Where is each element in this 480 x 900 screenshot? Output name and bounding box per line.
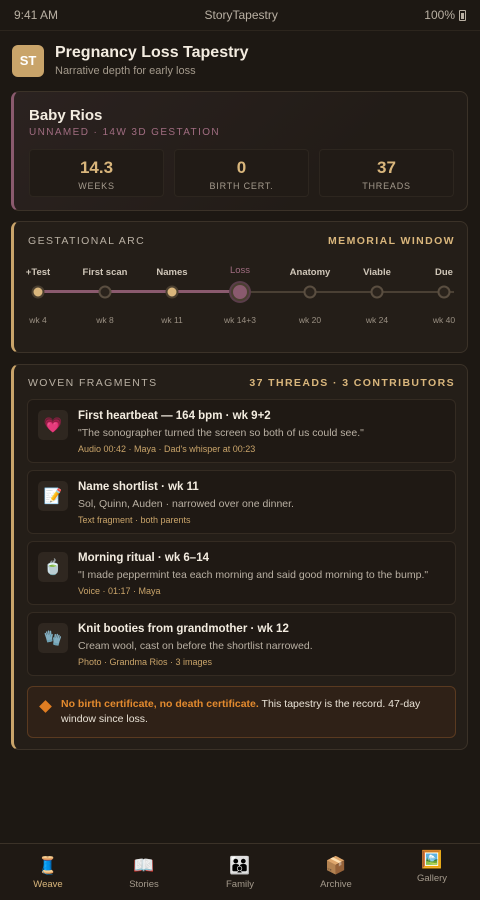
- picture-icon: 🖼️: [421, 850, 443, 869]
- milestone-label: First scan: [82, 267, 128, 278]
- status-app-name: StoryTapestry: [204, 8, 278, 22]
- milestone-label: Due: [435, 267, 453, 278]
- milestone-label: Viable: [363, 267, 391, 278]
- milestone-week: wk 24: [365, 315, 389, 325]
- battery-percent: 100%: [424, 8, 455, 22]
- milestone-week: wk 14+3: [224, 315, 256, 325]
- memo-icon: 📝: [38, 481, 68, 511]
- stat-threads: 37 THREADS: [319, 149, 454, 197]
- timeline-progress: [38, 290, 240, 293]
- baby-gestation-info: UNNAMED · 14W 3D GESTATION: [29, 127, 221, 138]
- box-icon: 📦: [325, 856, 347, 875]
- fragment-item[interactable]: 💗 First heartbeat — 164 bpm · wk 9+2 "Th…: [27, 399, 456, 463]
- milestone-week: wk 20: [298, 315, 322, 325]
- tab-stories[interactable]: 📖 Stories: [96, 844, 192, 900]
- tab-label: Stories: [129, 879, 159, 890]
- status-time: 9:41 AM: [14, 8, 59, 22]
- fragment-item[interactable]: 🍵 Morning ritual · wk 6–14 "I made peppe…: [27, 541, 456, 605]
- tab-label: Gallery: [416, 873, 448, 884]
- fragment-item[interactable]: 🧤 Knit booties from grandmother · wk 12 …: [27, 612, 456, 676]
- fragments-summary: 37 THREADS · 3 CONTRIBUTORS: [249, 377, 455, 389]
- fragment-title: Knit booties from grandmother · wk 12: [78, 623, 289, 635]
- tab-label: Weave: [33, 879, 63, 890]
- fragment-meta: Photo · Grandma Rios · 3 images: [78, 657, 213, 667]
- stat-weeks: 14.3 WEEKS: [29, 149, 164, 197]
- milestone-label: Loss: [229, 265, 251, 276]
- fragment-quote: "I made peppermint tea each morning and …: [78, 569, 429, 581]
- fragment-quote: "The sonographer turned the screen so bo…: [78, 427, 364, 439]
- milestone-dot[interactable]: [231, 283, 249, 301]
- milestone-week: wk 8: [96, 315, 114, 325]
- warning-diamond-icon: [39, 700, 52, 713]
- app-logo: ST: [12, 44, 44, 77]
- tab-weave[interactable]: 🧵 Weave: [0, 844, 96, 900]
- fragment-title: Morning ritual · wk 6–14: [78, 552, 209, 564]
- page-title: Pregnancy Loss Tapestry: [55, 44, 249, 61]
- baby-name: Baby Rios: [29, 107, 103, 124]
- stat-label: THREADS: [362, 181, 411, 191]
- stat-value: 37: [377, 158, 396, 177]
- fragments-header: WOVEN FRAGMENTS 37 THREADS · 3 CONTRIBUT…: [28, 377, 455, 389]
- milestone-week: wk 40: [432, 315, 456, 325]
- tab-archive[interactable]: 📦 Archive: [288, 844, 384, 900]
- tab-label: Family: [226, 879, 254, 890]
- notice-strong: No birth certificate, no death certifica…: [61, 698, 259, 710]
- fragment-quote: Sol, Quinn, Auden · narrowed over one di…: [78, 498, 294, 510]
- milestone-week: wk 11: [161, 315, 183, 325]
- page-subtitle: Narrative depth for early loss: [55, 65, 196, 77]
- fragment-title: Name shortlist · wk 11: [78, 481, 199, 493]
- milestone-dot[interactable]: [31, 285, 45, 299]
- tab-gallery[interactable]: 🖼️ Gallery: [384, 844, 480, 900]
- status-bar: 9:41 AM StoryTapestry 100%: [0, 0, 480, 31]
- milestone-label: Anatomy: [289, 267, 331, 278]
- glove-icon: 🧤: [38, 623, 68, 653]
- app-header: ST Pregnancy Loss Tapestry Narrative dep…: [12, 44, 249, 77]
- battery-icon: [459, 9, 466, 21]
- milestone-label: Names: [156, 267, 188, 278]
- milestone-dot[interactable]: [437, 285, 451, 299]
- baby-profile-card[interactable]: Baby Rios UNNAMED · 14W 3D GESTATION 14.…: [11, 91, 468, 211]
- fragment-title: First heartbeat — 164 bpm · wk 9+2: [78, 410, 271, 422]
- family-icon: 👪: [229, 856, 251, 875]
- tab-label: Archive: [320, 879, 352, 890]
- woven-fragments-card: WOVEN FRAGMENTS 37 THREADS · 3 CONTRIBUT…: [11, 364, 468, 750]
- tab-family[interactable]: 👪 Family: [192, 844, 288, 900]
- stat-value: 0: [236, 158, 247, 177]
- bottom-tab-bar: 🧵 Weave 📖 Stories 👪 Family 📦 Archive 🖼️ …: [0, 843, 480, 900]
- milestone-dot[interactable]: [165, 285, 179, 299]
- stat-label: WEEKS: [78, 181, 115, 191]
- stat-birth-cert: 0 BIRTH CERT.: [174, 149, 309, 197]
- milestone-dot[interactable]: [98, 285, 112, 299]
- tea-icon: 🍵: [38, 552, 68, 582]
- book-icon: 📖: [133, 856, 155, 875]
- thread-icon: 🧵: [37, 856, 59, 875]
- milestone-dot[interactable]: [370, 285, 384, 299]
- stat-value: 14.3: [79, 158, 114, 177]
- fragment-meta: Audio 00:42 · Maya · Dad's whisper at 00…: [78, 444, 256, 454]
- stats-row: 14.3 WEEKS 0 BIRTH CERT. 37 THREADS: [29, 149, 454, 197]
- milestone-week: wk 4: [29, 315, 47, 325]
- fragment-item[interactable]: 📝 Name shortlist · wk 11 Sol, Quinn, Aud…: [27, 470, 456, 534]
- fragment-meta: Text fragment · both parents: [78, 515, 191, 525]
- fragment-meta: Voice · 01:17 · Maya: [78, 586, 161, 596]
- record-notice: No birth certificate, no death certifica…: [27, 686, 456, 738]
- gestational-arc-card: GESTATIONAL ARC MEMORIAL WINDOW +Test wk …: [11, 221, 468, 353]
- fragment-quote: Cream wool, cast on before the shortlist…: [78, 640, 313, 652]
- heart-icon: 💗: [38, 410, 68, 440]
- stat-label: BIRTH CERT.: [209, 181, 274, 191]
- milestone-dot[interactable]: [303, 285, 317, 299]
- gestational-timeline: +Test wk 4 First scan wk 8 Names wk 11 Loss wk …: [14, 222, 471, 354]
- fragments-title: WOVEN FRAGMENTS: [28, 377, 158, 389]
- milestone-label: +Test: [25, 267, 51, 278]
- battery-indicator: 100%: [424, 8, 466, 22]
